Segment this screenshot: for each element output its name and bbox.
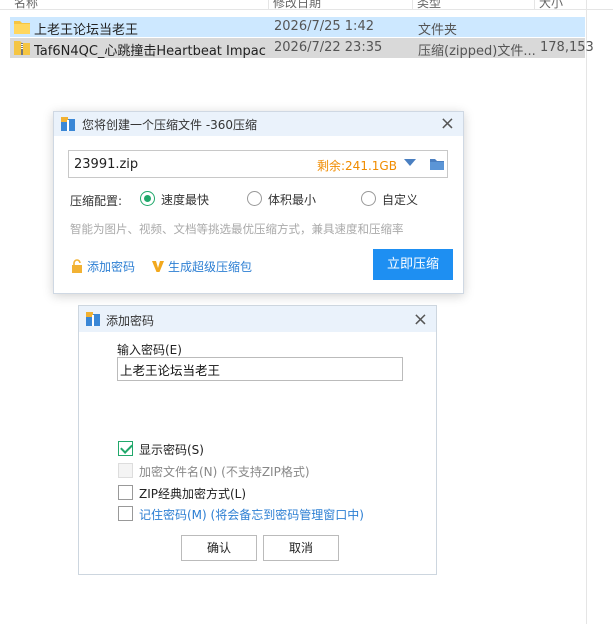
compress-dialog: 您将创建一个压缩文件 -360压缩 × 23991.zip 剩余:241.1GB… [53, 111, 464, 294]
chevron-down-icon[interactable] [404, 159, 416, 166]
checkbox-label: 加密文件名(N) (不支持ZIP格式) [139, 465, 310, 479]
radio-label: 体积最小 [268, 193, 317, 207]
checkbox-label: 显示密码(S) [139, 443, 204, 457]
super-package-label: 生成超级压缩包 [168, 260, 253, 274]
file-type: 文件夹 [418, 23, 458, 38]
compress-now-button[interactable]: 立即压缩 [373, 249, 453, 280]
compress-hint: 智能为图片、视频、文档等挑选最优压缩方式，兼具速度和压缩率 [70, 222, 404, 236]
close-icon[interactable]: × [413, 309, 428, 330]
file-name: 上老王论坛当老王 [34, 23, 139, 38]
folder-icon [14, 21, 30, 34]
checkbox-box [118, 485, 133, 500]
super-package-link[interactable]: 生成超级压缩包 [151, 258, 252, 275]
column-type[interactable]: 类型 [412, 0, 441, 9]
radio-custom[interactable]: 自定义 [361, 190, 431, 208]
zip-file-icon [14, 41, 30, 55]
file-type: 压缩(zipped)文件... [418, 44, 536, 59]
close-icon[interactable]: × [440, 113, 455, 134]
file-date: 2026/7/25 1:42 [274, 19, 374, 34]
file-row-folder[interactable]: 上老王论坛当老王 2026/7/25 1:42 文件夹 [10, 17, 585, 38]
checkbox-label: 记住密码(M) (将会备忘到密码管理窗口中) [139, 508, 364, 522]
password-input-label: 输入密码(E) [117, 343, 182, 357]
radio-circle [247, 191, 262, 206]
encrypt-filenames-checkbox[interactable]: 加密文件名(N) (不支持ZIP格式) [118, 462, 348, 480]
password-dialog-titlebar[interactable]: 添加密码 × [79, 306, 436, 332]
checkbox-box [118, 441, 133, 456]
radio-label: 速度最快 [161, 193, 210, 207]
browse-folder-icon[interactable] [429, 156, 445, 172]
column-size[interactable]: 大小 [534, 0, 563, 9]
checkbox-label: ZIP经典加密方式(L) [139, 487, 247, 501]
file-row-zip[interactable]: Taf6N4QC_心跳撞击Heartbeat Impact... 2026/7/… [10, 38, 594, 59]
checkbox-box [118, 463, 133, 478]
password-input[interactable] [117, 357, 403, 381]
checkbox-box [118, 506, 133, 521]
explorer-column-header: 名称 修改日期 类型 大小 [0, 0, 613, 10]
lock-icon [72, 259, 82, 273]
output-file-name[interactable]: 23991.zip [74, 157, 138, 172]
confirm-button[interactable]: 确认 [181, 535, 257, 561]
app-360zip-icon [61, 117, 75, 131]
remember-password-checkbox[interactable]: 记住密码(M) (将会备忘到密码管理窗口中) [118, 505, 378, 523]
explorer-divider [586, 0, 587, 624]
show-password-checkbox[interactable]: 显示密码(S) [118, 440, 238, 458]
add-password-link[interactable]: 添加密码 [70, 258, 135, 275]
radio-circle [140, 191, 155, 206]
radio-label: 自定义 [382, 193, 419, 207]
add-password-label: 添加密码 [87, 260, 136, 274]
app-360zip-icon [86, 312, 100, 326]
compress-config-label: 压缩配置: [70, 194, 123, 208]
compress-dialog-titlebar[interactable]: 您将创建一个压缩文件 -360压缩 × [54, 112, 463, 136]
radio-smallest[interactable]: 体积最小 [247, 190, 337, 208]
compress-dialog-title: 您将创建一个压缩文件 -360压缩 [82, 118, 258, 132]
column-date[interactable]: 修改日期 [268, 0, 321, 9]
password-dialog: 添加密码 × 输入密码(E) 显示密码(S) 加密文件名(N) (不支持ZIP格… [78, 305, 437, 575]
file-name: Taf6N4QC_心跳撞击Heartbeat Impact... [34, 44, 266, 59]
remaining-space: 剩余:241.1GB [317, 159, 397, 173]
output-file-field[interactable]: 23991.zip 剩余:241.1GB [68, 150, 448, 178]
zip-classic-encryption-checkbox[interactable]: ZIP经典加密方式(L) [118, 484, 268, 502]
file-size: 178,153 [540, 40, 594, 55]
password-dialog-title: 添加密码 [106, 314, 155, 328]
radio-circle [361, 191, 376, 206]
vip-v-icon [152, 261, 164, 272]
radio-fastest[interactable]: 速度最快 [140, 190, 230, 208]
cancel-button[interactable]: 取消 [263, 535, 339, 561]
column-name[interactable]: 名称 [10, 0, 38, 9]
file-date: 2026/7/22 23:35 [274, 40, 383, 55]
